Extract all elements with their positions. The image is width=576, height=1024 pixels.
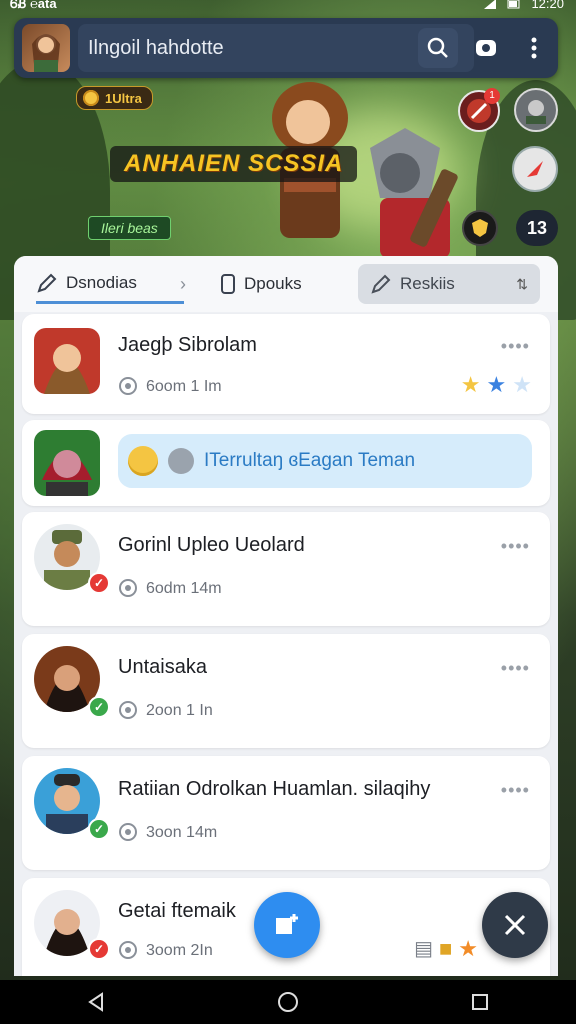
star-icon: ★	[512, 372, 532, 397]
system-nav-bar	[0, 980, 576, 1024]
star-icon: ★	[458, 936, 478, 961]
status-bar: ᏮᏰ ℮ata 12:20	[0, 0, 576, 14]
coin-icon	[83, 90, 99, 106]
list-item[interactable]: ✓ Untaisaka 2oon 1 In ••••	[22, 634, 550, 748]
profile-avatar[interactable]	[22, 24, 70, 72]
status-check-icon: ✓	[88, 696, 110, 718]
sort-icon[interactable]: ⇅	[516, 276, 528, 293]
chat-button[interactable]	[466, 28, 506, 68]
close-icon	[504, 914, 526, 936]
notification-badge-button[interactable]: 1	[458, 88, 500, 132]
banner-tag[interactable]: Ileri beas	[88, 216, 171, 240]
item-meta: 6oom 1 Im	[118, 376, 222, 398]
star-icon: ★	[486, 372, 507, 397]
chevron-right-icon: ›	[180, 274, 186, 294]
globe-icon	[168, 448, 194, 474]
more-options-icon[interactable]: ••••	[501, 536, 530, 557]
warrior-icon	[526, 100, 546, 124]
emoji-icon	[128, 446, 158, 476]
battery-icon	[507, 0, 520, 9]
item-meta: 6odm 14m	[118, 578, 222, 600]
close-fab-button[interactable]	[482, 892, 548, 958]
status-time: 12:20	[531, 0, 564, 11]
status-check-icon: ✓	[88, 938, 110, 960]
avatar	[34, 430, 100, 496]
list-item[interactable]: ✓ Gorinl Upleo Ueolard 6odm 14m ••••	[22, 512, 550, 626]
recents-button[interactable]	[456, 980, 504, 1024]
compose-button[interactable]	[254, 892, 320, 958]
more-options-icon[interactable]: ••••	[501, 336, 530, 357]
location-icon	[119, 823, 137, 841]
item-name: Untaisaka	[118, 656, 207, 678]
pencil-icon	[37, 273, 57, 293]
avatar	[34, 328, 100, 394]
level-counter: 13	[516, 210, 558, 246]
location-icon	[119, 377, 137, 395]
edit-icon	[371, 274, 391, 294]
item-meta: 3oon 14m	[118, 822, 217, 844]
compass-icon	[527, 161, 543, 177]
search-icon	[427, 37, 448, 58]
compass-button[interactable]	[512, 146, 558, 192]
status-check-icon: ✓	[88, 572, 110, 594]
back-button[interactable]	[72, 980, 120, 1024]
search-button[interactable]	[418, 28, 458, 68]
list-item[interactable]: Jaegþ Sibrolam 6oom 1 Im •••• ★ ★ ★	[22, 314, 550, 414]
more-vertical-icon	[531, 37, 537, 59]
signal-icon	[484, 0, 497, 9]
calendar-icon: ▤	[414, 938, 433, 960]
location-icon	[119, 701, 137, 719]
home-icon	[278, 992, 298, 1012]
tab-dpouks[interactable]: Dpouks	[220, 264, 302, 304]
list-item[interactable]: ✓ Ratiian Odrolkan Huamlan. silaqihy 3oo…	[22, 756, 550, 870]
status-check-icon: ✓	[88, 818, 110, 840]
rating-stars: ★ ★ ★	[461, 372, 532, 398]
recents-icon	[472, 994, 488, 1010]
message-bubble[interactable]: ITerrultaŋ ɞEagan Teman	[118, 434, 532, 488]
search-input[interactable]: Ilngoil hahdotte	[78, 24, 474, 72]
chat-icon	[476, 40, 496, 56]
tab-reskiis[interactable]: Reskiis ⇅	[358, 264, 540, 304]
back-icon	[88, 992, 103, 1012]
document-icon	[221, 274, 235, 294]
coin-counter: 1Ultra	[76, 86, 153, 110]
shield-button[interactable]	[462, 210, 498, 246]
item-meta: 2oon 1 In	[118, 700, 213, 722]
notification-count: 1	[484, 88, 500, 104]
location-icon	[119, 579, 137, 597]
home-button[interactable]	[264, 980, 312, 1024]
item-meta: 3oom 2In	[118, 940, 213, 962]
star-icon: ★	[460, 372, 481, 397]
shield-icon	[472, 219, 488, 237]
top-search-bar: Ilngoil hahdotte	[14, 18, 558, 78]
chest-icon: ■	[438, 936, 453, 961]
item-name: Ratiian Odrolkan Huamlan. silaqihy	[118, 778, 431, 800]
item-reward-icons: ▤ ■ ★	[414, 936, 478, 962]
tab-bar: Dsnodias › Dpouks Reskiis ⇅	[14, 256, 558, 312]
more-options-button[interactable]	[514, 28, 554, 68]
banner-title: ANHAIEN SCSSIA	[110, 146, 358, 182]
location-icon	[119, 941, 137, 959]
item-name: Gorinl Upleo Ueolard	[118, 534, 305, 556]
item-name: Jaegþ Sibrolam	[118, 334, 257, 356]
main-panel: Dsnodias › Dpouks Reskiis ⇅ Jaegþ Sibrol…	[14, 256, 558, 976]
compose-icon	[276, 914, 298, 934]
more-options-icon[interactable]: ••••	[501, 658, 530, 679]
tab-dsnodias[interactable]: Dsnodias	[36, 264, 184, 304]
character-avatar-button[interactable]	[514, 88, 558, 132]
list-item-message[interactable]: ITerrultaŋ ɞEagan Teman	[22, 420, 550, 506]
more-options-icon[interactable]: ••••	[501, 780, 530, 801]
item-name: Getai ftemaik	[118, 900, 236, 922]
status-left-text: ᏮᏰ ℮ata	[10, 0, 57, 11]
